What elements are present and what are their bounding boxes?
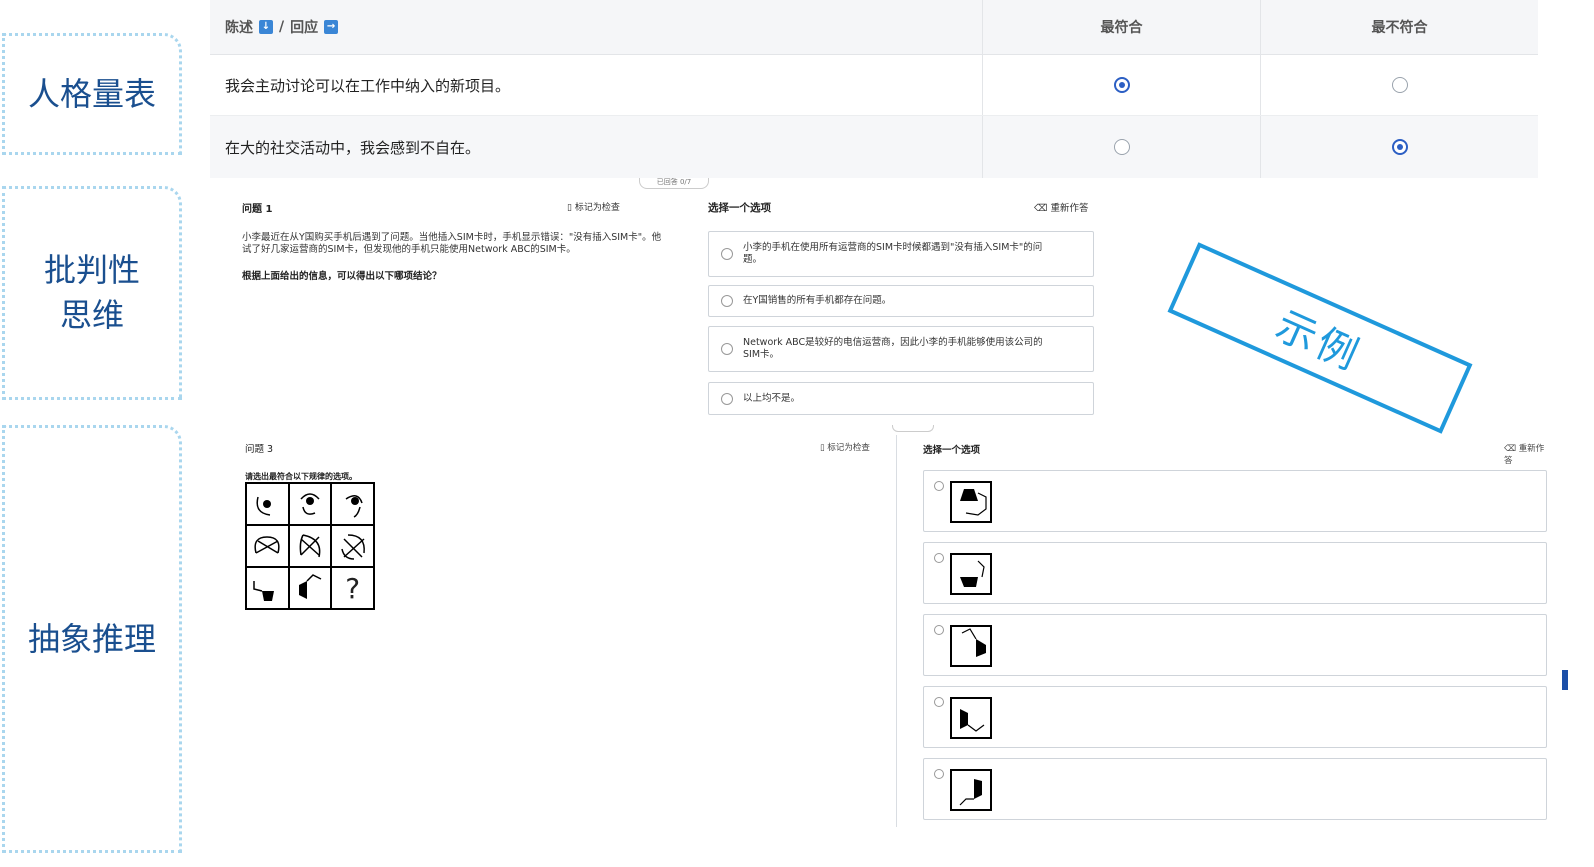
arrow-down-icon[interactable]: ↓ xyxy=(259,20,273,34)
example-stamp: 示例 xyxy=(1167,242,1473,434)
pattern-grid: ? xyxy=(245,482,375,610)
category-abstract-box: 抽象推理 xyxy=(2,425,182,853)
statement-text: 在大的社交活动中，我会感到不自在。 xyxy=(225,138,481,157)
critical-thinking-panel: 已回答 0/7 问题 1 ▯ 标记为检查 小李最近在从Y国购买手机后遇到了问题。… xyxy=(212,178,1112,418)
option-figure xyxy=(950,769,992,811)
answer-option[interactable] xyxy=(923,686,1547,748)
radio-icon[interactable] xyxy=(721,248,733,260)
option-figure xyxy=(950,553,992,595)
answer-option[interactable] xyxy=(923,542,1547,604)
abstract-reasoning-panel: 问题 3 ▯ 标记为检查 请选出最符合以下规律的选项。 ? 选择一个选项 ⌫ 重… xyxy=(212,425,1552,845)
option-text: 在Y国销售的所有手机都存在问题。 xyxy=(743,295,892,306)
pattern-cell xyxy=(246,525,289,567)
answer-option[interactable]: 在Y国销售的所有手机都存在问题。 xyxy=(708,285,1094,317)
pattern-cell xyxy=(246,567,289,609)
reset-answer-button[interactable]: ⌫ 重新作答 xyxy=(1034,200,1088,214)
answer-option[interactable] xyxy=(923,614,1547,676)
question-number: 问题 3 xyxy=(245,444,274,455)
option-figure xyxy=(950,481,992,523)
radio-icon[interactable] xyxy=(934,625,944,635)
choose-option-label: 选择一个选项 xyxy=(708,202,771,214)
radio-icon[interactable] xyxy=(721,392,733,405)
mark-review-button[interactable]: ▯ 标记为检查 xyxy=(820,441,870,453)
progress-pill xyxy=(892,425,934,432)
statement-label: 陈述 xyxy=(225,20,253,36)
radio-icon[interactable] xyxy=(934,697,944,707)
reset-answer-button[interactable]: ⌫ 重新作答 xyxy=(1504,442,1552,466)
question-text: 小李最近在从Y国购买手机后遇到了问题。当他插入SIM卡时，手机显示错误："没有插… xyxy=(242,232,662,255)
category-abstract-label: 抽象推理 xyxy=(27,619,156,658)
radio-icon[interactable] xyxy=(721,343,733,355)
option-figure xyxy=(950,697,992,739)
pattern-cell xyxy=(288,525,332,567)
pattern-cell xyxy=(288,567,332,609)
pattern-cell xyxy=(331,483,374,525)
question-prompt: 根据上面给出的信息，可以得出以下哪项结论？ xyxy=(242,271,442,282)
radio-icon[interactable] xyxy=(934,481,944,491)
eraser-icon: ⌫ xyxy=(1034,203,1048,214)
edge-marker xyxy=(1562,670,1568,690)
category-critical-box: 批判性 思维 xyxy=(2,186,182,400)
table-row: 在大的社交活动中，我会感到不自在。 xyxy=(210,116,1538,178)
table-row: 我会主动讨论可以在工作中纳入的新项目。 xyxy=(210,55,1538,116)
choose-option-label: 选择一个选项 xyxy=(923,445,981,456)
radio-icon[interactable] xyxy=(721,295,733,307)
radio-least-fit-row2[interactable] xyxy=(1391,139,1408,155)
response-label: 回应 xyxy=(290,20,319,36)
option-text: 小李的手机在使用所有运营商的SIM卡时候都遇到"没有插入SIM卡"的问题。 xyxy=(743,242,1043,265)
header-statement: 陈述 ↓ / 回应 → xyxy=(210,17,982,37)
radio-most-fit-row2[interactable] xyxy=(1113,139,1130,155)
table-header: 陈述 ↓ / 回应 → 最符合 最不符合 xyxy=(210,0,1538,55)
bookmark-icon: ▯ xyxy=(567,203,572,213)
radio-icon[interactable] xyxy=(934,769,944,779)
pattern-cell xyxy=(331,525,374,567)
answer-option[interactable] xyxy=(923,470,1547,532)
header-least-fit: 最不符合 xyxy=(1260,0,1538,54)
answer-option[interactable]: 以上均不是。 xyxy=(708,382,1094,415)
answer-option[interactable] xyxy=(923,758,1547,820)
slash-separator: / xyxy=(279,19,285,35)
mark-review-label: 标记为检查 xyxy=(574,203,620,213)
option-figure xyxy=(950,625,992,667)
pattern-cell xyxy=(288,483,332,525)
mark-review-label: 标记为检查 xyxy=(827,443,870,453)
panel-divider xyxy=(896,435,897,827)
category-critical-label: 批判性 思维 xyxy=(43,251,140,334)
question-prompt: 请选出最符合以下规律的选项。 xyxy=(245,472,357,481)
eraser-icon: ⌫ xyxy=(1504,444,1517,454)
bookmark-icon: ▯ xyxy=(820,443,825,453)
radio-least-fit-row1[interactable] xyxy=(1391,77,1408,93)
option-text: Network ABC是较好的电信运营商，因此小李的手机能够使用该公司的SIM卡… xyxy=(743,337,1043,360)
progress-pill: 已回答 0/7 xyxy=(639,178,709,189)
answer-option[interactable]: Network ABC是较好的电信运营商，因此小李的手机能够使用该公司的SIM卡… xyxy=(708,326,1094,372)
statement-text: 我会主动讨论可以在工作中纳入的新项目。 xyxy=(225,76,511,95)
category-personality-box: 人格量表 xyxy=(2,33,182,155)
mark-review-button[interactable]: ▯ 标记为检查 xyxy=(567,200,620,213)
arrow-right-icon[interactable]: → xyxy=(324,20,339,34)
radio-icon[interactable] xyxy=(934,553,944,563)
category-personality-label: 人格量表 xyxy=(27,74,156,113)
personality-table: 陈述 ↓ / 回应 → 最符合 最不符合 我会主动讨论可以在工作中纳入的新项目。… xyxy=(210,0,1538,178)
question-number: 问题 1 xyxy=(242,204,273,215)
missing-cell: ? xyxy=(331,567,374,609)
option-text: 以上均不是。 xyxy=(743,392,801,404)
reset-answer-label: 重新作答 xyxy=(1050,203,1089,214)
pattern-cell xyxy=(246,483,289,525)
radio-most-fit-row1[interactable] xyxy=(1113,77,1130,93)
header-most-fit: 最符合 xyxy=(982,0,1260,54)
answer-option[interactable]: 小李的手机在使用所有运营商的SIM卡时候都遇到"没有插入SIM卡"的问题。 xyxy=(708,231,1094,277)
